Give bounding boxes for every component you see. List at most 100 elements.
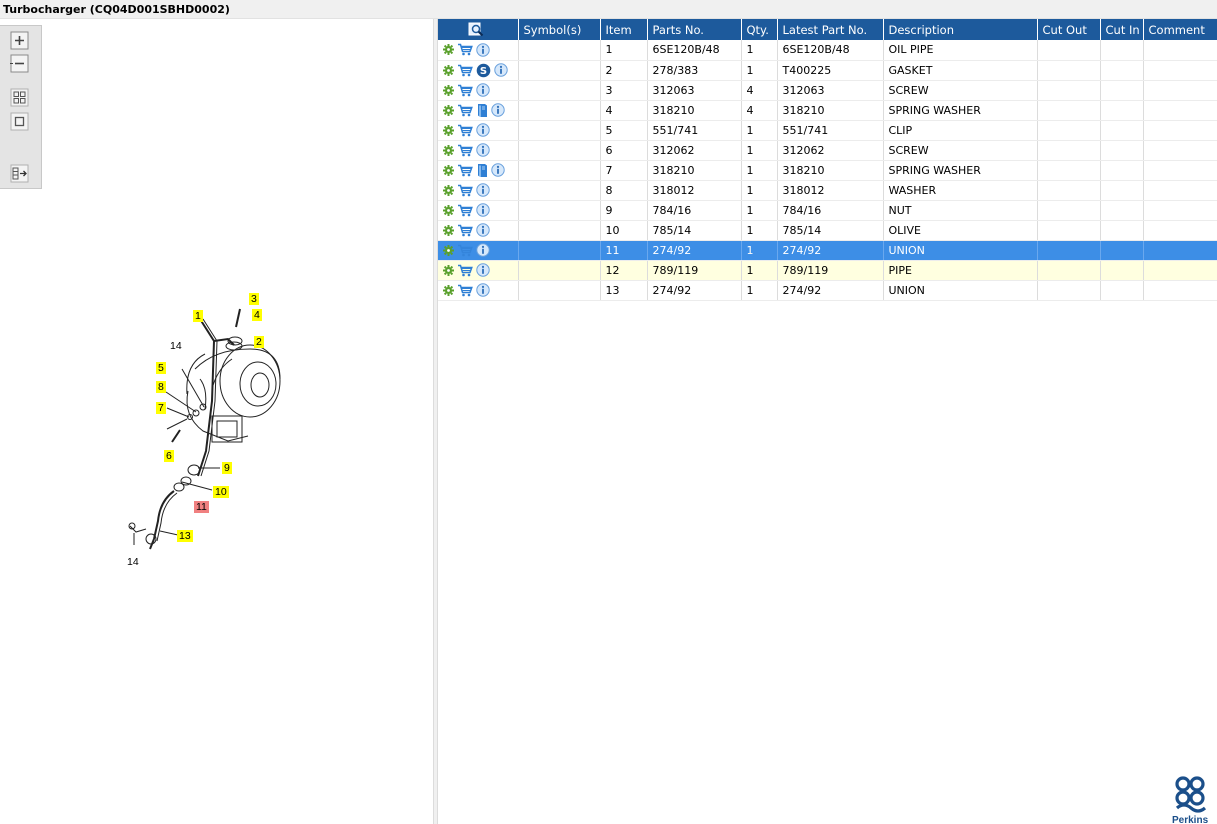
callout-13[interactable]: 13 <box>177 530 193 542</box>
cart-icon[interactable] <box>457 124 473 137</box>
info-icon[interactable] <box>476 183 490 197</box>
row-comment <box>1143 260 1217 281</box>
callout-3[interactable]: 3 <box>249 293 259 305</box>
fit-all-button[interactable] <box>10 88 29 107</box>
supersede-icon[interactable]: S <box>476 63 491 78</box>
row-latest-part-no: 318012 <box>777 180 884 201</box>
row-cut-out <box>1037 60 1101 81</box>
row-cut-in <box>1100 220 1144 241</box>
column-header-parts-no[interactable]: Parts No. <box>647 19 742 40</box>
callout-2[interactable]: 2 <box>254 336 264 348</box>
column-header-comment[interactable]: Comment <box>1143 19 1217 40</box>
table-row[interactable]: 12 789/119 1 789/119 PIPE <box>438 260 1217 281</box>
callout-11-selected[interactable]: 11 <box>194 501 209 513</box>
cart-icon[interactable] <box>457 164 473 177</box>
column-header-item[interactable]: Item <box>600 19 648 40</box>
column-header-symbols[interactable]: Symbol(s) <box>518 19 601 40</box>
info-icon[interactable] <box>476 123 490 137</box>
row-latest-part-no: 318210 <box>777 160 884 181</box>
row-latest-part-no: 785/14 <box>777 220 884 241</box>
cart-icon[interactable] <box>457 224 473 237</box>
gear-icon[interactable] <box>443 124 454 136</box>
gear-icon[interactable] <box>443 144 454 156</box>
column-header-actions[interactable] <box>438 19 519 40</box>
table-row[interactable]: 7 318210 1 318210 SPRING WASHER <box>438 160 1217 181</box>
gear-icon[interactable] <box>443 284 454 296</box>
table-row[interactable]: 13 274/92 1 274/92 UNION <box>438 280 1217 301</box>
book-icon[interactable] <box>476 163 488 178</box>
cart-icon[interactable] <box>457 184 473 197</box>
cart-icon[interactable] <box>457 204 473 217</box>
info-icon[interactable] <box>476 143 490 157</box>
gear-icon[interactable] <box>443 204 454 216</box>
gear-icon[interactable] <box>443 184 454 196</box>
gear-icon[interactable] <box>443 84 454 96</box>
callout-6[interactable]: 6 <box>164 450 174 462</box>
diagram-pane[interactable]: 1 2 3 4 5 6 7 8 9 10 11 13 14 14 <box>0 19 433 824</box>
callout-9[interactable]: 9 <box>222 462 232 474</box>
gear-icon[interactable] <box>443 224 454 236</box>
column-header-qty[interactable]: Qty. <box>741 19 778 40</box>
cart-icon[interactable] <box>457 284 473 297</box>
column-header-description[interactable]: Description <box>883 19 1038 40</box>
cart-icon[interactable] <box>457 264 473 277</box>
callout-5[interactable]: 5 <box>156 362 166 374</box>
row-latest-part-no: 274/92 <box>777 280 884 301</box>
info-icon[interactable] <box>476 243 490 257</box>
info-icon[interactable] <box>491 163 505 177</box>
table-row[interactable]: 1 6SE120B/48 1 6SE120B/48 OIL PIPE <box>438 40 1217 61</box>
column-header-latest-part-no[interactable]: Latest Part No. <box>777 19 884 40</box>
row-symbols <box>518 120 601 141</box>
callout-8[interactable]: 8 <box>156 381 166 393</box>
info-icon[interactable] <box>494 63 508 77</box>
callout-14-bottom[interactable]: 14 <box>125 556 141 568</box>
info-icon[interactable] <box>476 83 490 97</box>
zoom-out-button[interactable] <box>10 54 29 73</box>
table-row[interactable]: 11 274/92 1 274/92 UNION <box>438 240 1217 261</box>
row-parts-no: 318210 <box>647 160 742 181</box>
column-header-cut-out[interactable]: Cut Out <box>1037 19 1101 40</box>
actual-size-button[interactable] <box>10 112 29 131</box>
table-row[interactable]: 9 784/16 1 784/16 NUT <box>438 200 1217 221</box>
callout-4[interactable]: 4 <box>252 309 262 321</box>
callout-7[interactable]: 7 <box>156 402 166 414</box>
info-icon[interactable] <box>476 203 490 217</box>
table-row[interactable]: 5 551/741 1 551/741 CLIP <box>438 120 1217 141</box>
info-icon[interactable] <box>476 263 490 277</box>
info-icon[interactable] <box>491 103 505 117</box>
table-row[interactable]: 3 312063 4 312063 SCREW <box>438 80 1217 101</box>
table-row[interactable]: 10 785/14 1 785/14 OLIVE <box>438 220 1217 241</box>
info-icon[interactable] <box>476 283 490 297</box>
row-actions: S <box>438 60 519 81</box>
toggle-list-button[interactable] <box>10 164 29 183</box>
table-row[interactable]: 6 312062 1 312062 SCREW <box>438 140 1217 161</box>
gear-icon[interactable] <box>443 244 454 256</box>
book-icon[interactable] <box>476 103 488 118</box>
table-row[interactable]: 4 318210 4 318210 SPRING WASHER <box>438 100 1217 121</box>
row-parts-no: 274/92 <box>647 280 742 301</box>
gear-icon[interactable] <box>443 264 454 276</box>
callout-14-top[interactable]: 14 <box>168 340 184 352</box>
cart-icon[interactable] <box>457 104 473 117</box>
turbocharger-diagram[interactable] <box>0 19 433 824</box>
zoom-in-button[interactable] <box>10 31 29 50</box>
info-icon[interactable] <box>476 43 490 57</box>
cart-icon[interactable] <box>457 64 473 77</box>
cart-icon[interactable] <box>457 144 473 157</box>
row-description: UNION <box>883 240 1038 261</box>
row-qty: 4 <box>741 100 778 121</box>
gear-icon[interactable] <box>443 64 454 76</box>
column-header-cut-in[interactable]: Cut In <box>1100 19 1144 40</box>
gear-icon[interactable] <box>443 164 454 176</box>
info-icon[interactable] <box>476 223 490 237</box>
gear-icon[interactable] <box>443 44 454 56</box>
gear-icon[interactable] <box>443 104 454 116</box>
table-row[interactable]: 8 318012 1 318012 WASHER <box>438 180 1217 201</box>
cart-icon[interactable] <box>457 43 473 56</box>
cart-icon[interactable] <box>457 244 473 257</box>
cart-icon[interactable] <box>457 84 473 97</box>
callout-10[interactable]: 10 <box>213 486 229 498</box>
callout-1[interactable]: 1 <box>193 310 203 322</box>
search-diagram-icon[interactable] <box>468 22 484 37</box>
table-row[interactable]: S 2 278/383 1 T400225 GASKET <box>438 60 1217 81</box>
